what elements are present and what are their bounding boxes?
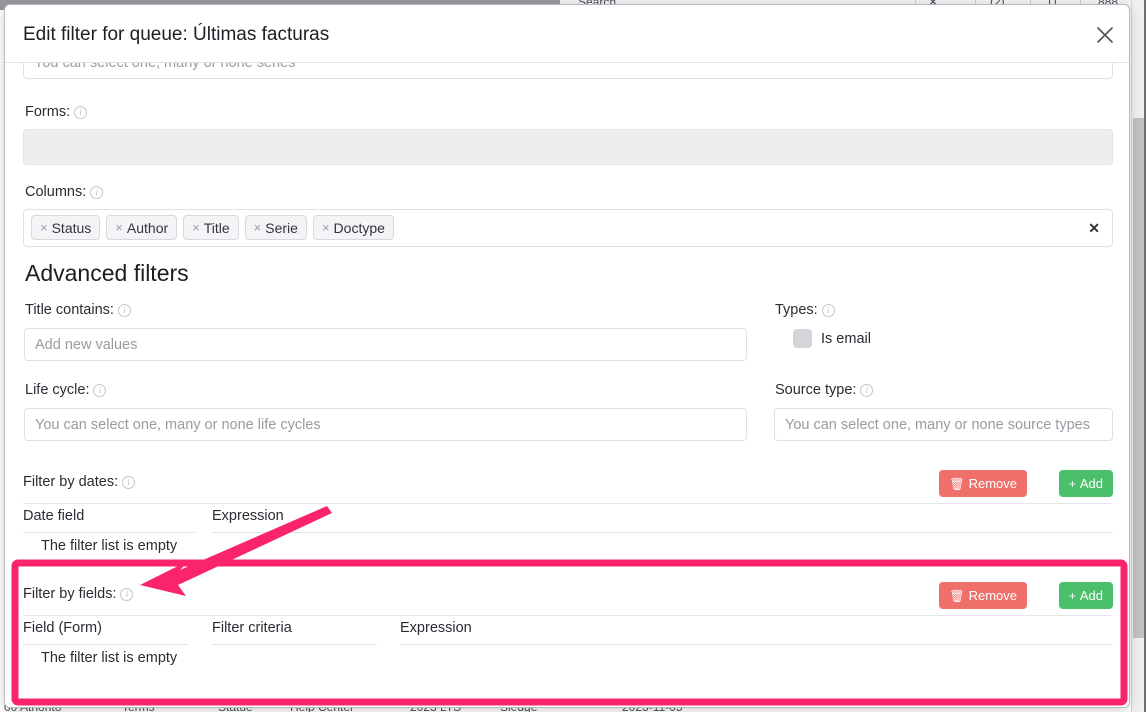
filter-by-fields-group: Filter by fields:i 🗑 Remove + Add Field …: [23, 582, 1113, 692]
series-input[interactable]: You can select one, many or none series: [23, 63, 1113, 79]
title-contains-label: Title contains:i: [25, 302, 131, 318]
tag-author[interactable]: × Author: [106, 215, 177, 240]
page-scrollbar[interactable]: [1131, 0, 1146, 712]
tag-remove-icon[interactable]: ×: [115, 221, 123, 234]
columns-tag-field[interactable]: × Status × Author × Title × Serie: [23, 209, 1113, 247]
info-icon[interactable]: i: [822, 304, 835, 317]
info-icon[interactable]: i: [120, 588, 133, 601]
column-rule: [400, 644, 1113, 645]
tag-serie[interactable]: × Serie: [245, 215, 307, 240]
advanced-filters-heading: Advanced filters: [25, 260, 189, 287]
trash-icon: 🗑: [949, 478, 964, 490]
tag-label: Author: [127, 220, 168, 236]
column-rule: [23, 532, 195, 533]
tag-label: Doctype: [334, 220, 385, 236]
title-contains-input[interactable]: Add new values: [24, 328, 747, 361]
remove-field-filter-button[interactable]: 🗑 Remove: [939, 582, 1027, 609]
tag-remove-icon[interactable]: ×: [192, 221, 200, 234]
column-rule: [212, 532, 1113, 533]
add-label: Add: [1080, 588, 1103, 603]
life-cycle-label: Life cycle:i: [25, 382, 106, 398]
forms-input: [23, 129, 1113, 165]
filter-by-dates-group: Filter by dates:i 🗑 Remove + Add Date fi…: [23, 470, 1113, 560]
info-icon[interactable]: i: [118, 304, 131, 317]
tag-title[interactable]: × Title: [183, 215, 239, 240]
close-icon[interactable]: [1091, 21, 1119, 49]
columns-clear-icon[interactable]: ✕: [1088, 221, 1100, 235]
column-header-field-form: Field (Form): [23, 620, 102, 642]
forms-label: Forms:i: [25, 104, 87, 120]
tag-remove-icon[interactable]: ×: [254, 221, 262, 234]
is-email-label: Is email: [821, 331, 871, 347]
info-icon[interactable]: i: [74, 106, 87, 119]
info-icon[interactable]: i: [90, 186, 103, 199]
title-contains-placeholder: Add new values: [35, 337, 137, 353]
group-divider: [23, 503, 1113, 504]
is-email-row[interactable]: Is email: [793, 329, 871, 348]
tag-label: Title: [204, 220, 230, 236]
series-placeholder: You can select one, many or none series: [34, 63, 295, 71]
tag-remove-icon[interactable]: ×: [40, 221, 48, 234]
column-header-date-field: Date field: [23, 508, 84, 530]
tag-label: Status: [52, 220, 92, 236]
dialog-header: Edit filter for queue: Últimas facturas: [5, 5, 1130, 63]
dialog-title: Edit filter for queue: Últimas facturas: [23, 24, 329, 46]
tag-doctype[interactable]: × Doctype: [313, 215, 394, 240]
add-label: Add: [1080, 476, 1103, 491]
plus-icon: +: [1069, 590, 1076, 602]
columns-label: Columns:i: [25, 184, 103, 200]
trash-icon: 🗑: [949, 590, 964, 602]
add-date-filter-button[interactable]: + Add: [1059, 470, 1113, 497]
edit-filter-dialog: Edit filter for queue: Últimas facturas …: [4, 4, 1130, 708]
remove-label: Remove: [969, 588, 1017, 603]
filter-by-dates-label: Filter by dates:i: [23, 474, 135, 490]
info-icon[interactable]: i: [93, 384, 106, 397]
info-icon[interactable]: i: [860, 384, 873, 397]
life-cycle-placeholder: You can select one, many or none life cy…: [35, 417, 321, 433]
column-header-filter-criteria: Filter criteria: [212, 620, 292, 642]
filter-by-fields-label: Filter by fields:i: [23, 586, 133, 602]
group-divider: [23, 615, 1113, 616]
remove-label: Remove: [969, 476, 1017, 491]
tag-label: Serie: [265, 220, 298, 236]
column-rule: [212, 644, 377, 645]
dates-empty-message: The filter list is empty: [41, 538, 177, 554]
columns-tag-list: × Status × Author × Title × Serie: [31, 215, 394, 240]
column-rule: [23, 644, 188, 645]
add-field-filter-button[interactable]: + Add: [1059, 582, 1113, 609]
dialog-body: You can select one, many or none series …: [5, 63, 1130, 708]
tag-status[interactable]: × Status: [31, 215, 100, 240]
plus-icon: +: [1069, 478, 1076, 490]
source-type-label: Source type:i: [775, 382, 873, 398]
tag-remove-icon[interactable]: ×: [322, 221, 330, 234]
column-header-expression: Expression: [400, 620, 472, 642]
source-type-placeholder: You can select one, many or none source …: [785, 417, 1090, 433]
remove-date-filter-button[interactable]: 🗑 Remove: [939, 470, 1027, 497]
fields-empty-message: The filter list is empty: [41, 650, 177, 666]
column-header-expression: Expression: [212, 508, 284, 530]
types-label: Types:i: [775, 302, 835, 318]
life-cycle-input[interactable]: You can select one, many or none life cy…: [24, 408, 747, 441]
source-type-input[interactable]: You can select one, many or none source …: [774, 408, 1113, 441]
is-email-checkbox[interactable]: [793, 329, 812, 348]
screen: Search ✕ (2) 11 888 105 00 Athonto Terms…: [0, 0, 1146, 712]
info-icon[interactable]: i: [122, 476, 135, 489]
